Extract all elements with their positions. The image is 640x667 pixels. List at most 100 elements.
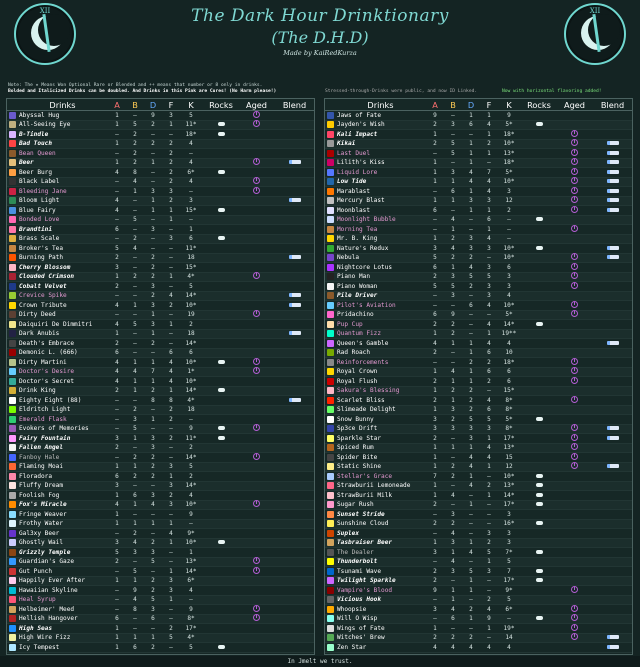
value-a: – bbox=[115, 453, 119, 461]
table-row: Queen's Gamble 4 1 1 4 4 bbox=[325, 339, 632, 349]
value-a: 2 bbox=[433, 434, 437, 442]
value-k: 5 bbox=[189, 643, 193, 651]
value-b: 2 bbox=[133, 130, 137, 138]
rocks-cell bbox=[520, 321, 558, 328]
value-f: – bbox=[487, 472, 491, 480]
value-d: 3 bbox=[151, 605, 155, 613]
value-f: 3 bbox=[169, 111, 173, 119]
value-b: 3 bbox=[451, 406, 455, 414]
table-row: Fanboy Hale – 2 2 – 14* bbox=[7, 452, 314, 463]
value-d: 1 bbox=[469, 577, 473, 585]
drink-name: Bad Touch bbox=[19, 140, 53, 148]
value-k: 14 bbox=[505, 634, 513, 642]
value-b: 3 bbox=[451, 539, 455, 547]
col-b: B bbox=[450, 99, 456, 110]
value-f: 4 bbox=[487, 605, 491, 613]
drink-icon-cell bbox=[7, 634, 17, 642]
drink-glass-icon bbox=[326, 406, 334, 414]
value-a: 2 bbox=[115, 387, 119, 395]
value-k: 15 bbox=[505, 453, 513, 461]
drink-icon-cell bbox=[325, 140, 335, 148]
value-d: – bbox=[469, 510, 473, 518]
drink-glass-icon bbox=[8, 339, 16, 347]
table-row: Brandtini 6 – 3 – 1 bbox=[7, 225, 314, 235]
rocks-cell bbox=[520, 482, 558, 489]
value-k: 5 bbox=[189, 282, 193, 290]
drink-icon-cell bbox=[325, 159, 335, 167]
value-f: – bbox=[487, 586, 491, 594]
value-b: 2 bbox=[451, 472, 455, 480]
value-k: 5 bbox=[189, 463, 193, 471]
value-d: 4 bbox=[469, 453, 473, 461]
value-k: 10* bbox=[503, 178, 515, 186]
rocks-cell bbox=[202, 169, 240, 176]
value-a: 2 bbox=[433, 121, 437, 129]
drink-glass-icon bbox=[326, 149, 334, 157]
drink-glass-icon bbox=[8, 444, 16, 452]
value-f: – bbox=[487, 510, 491, 518]
value-f: 3 bbox=[169, 187, 173, 195]
drink-icon-cell bbox=[325, 539, 335, 547]
value-k: – bbox=[507, 216, 511, 224]
drink-glass-icon bbox=[326, 444, 334, 452]
drink-icon-cell bbox=[7, 463, 17, 471]
drink-name: Dark Anubis bbox=[19, 330, 60, 338]
value-f: 2 bbox=[487, 358, 491, 366]
legend-note-green: Now with horizontal flavoring added! bbox=[502, 89, 602, 94]
drink-name: Cherry Blossom bbox=[19, 263, 71, 271]
value-k: 4* bbox=[187, 634, 195, 642]
drink-glass-icon bbox=[8, 624, 16, 632]
value-k: 4 bbox=[189, 159, 193, 167]
aged-cell bbox=[240, 110, 273, 120]
value-f: 4 bbox=[487, 301, 491, 309]
ice-cube-icon bbox=[535, 616, 543, 621]
table-row: Fallen Angel 2 – 3 – 2 bbox=[7, 443, 314, 453]
blender-icon bbox=[606, 255, 619, 260]
value-k: 14* bbox=[503, 491, 515, 499]
value-b: 8 bbox=[133, 605, 137, 613]
col-blend: Blend bbox=[600, 99, 625, 110]
value-k: 5 bbox=[507, 558, 511, 566]
table-row: Daiquiri De Dimmitri 4 5 3 1 2 bbox=[7, 320, 314, 330]
value-d: – bbox=[469, 130, 473, 138]
drink-icon-cell bbox=[7, 168, 17, 176]
value-b: 4 bbox=[133, 368, 137, 376]
ice-cube-icon bbox=[535, 502, 543, 507]
value-k: 14* bbox=[185, 387, 197, 395]
value-f: 4 bbox=[487, 643, 491, 651]
table-row: Morning Tea – 1 – 1 – bbox=[325, 224, 632, 235]
drink-name: Mercury Blast bbox=[337, 197, 385, 205]
value-f: 1 bbox=[169, 320, 173, 328]
aged-cell bbox=[558, 367, 591, 376]
value-f: 1 bbox=[169, 596, 173, 604]
blender-icon bbox=[606, 245, 619, 250]
drink-glass-icon bbox=[8, 425, 16, 433]
value-f: 4 bbox=[487, 235, 491, 243]
table-row: Abyssal Hug 1 – 9 3 5 bbox=[7, 110, 314, 121]
value-f: 1 bbox=[487, 624, 491, 632]
drink-icon-cell bbox=[7, 159, 17, 167]
aged-clock-icon bbox=[571, 376, 578, 384]
drink-name: Moonblast bbox=[337, 206, 371, 214]
value-f: 4 bbox=[487, 320, 491, 328]
aged-cell bbox=[558, 443, 591, 452]
drink-name: Static Shine bbox=[337, 463, 382, 471]
blend-cell bbox=[273, 302, 316, 309]
value-b: – bbox=[133, 558, 137, 566]
col-f: F bbox=[486, 99, 492, 110]
aged-clock-icon bbox=[571, 272, 578, 280]
value-b: 1 bbox=[451, 339, 455, 347]
value-d: 1 bbox=[151, 520, 155, 528]
drink-name: Gut Punch bbox=[19, 567, 53, 575]
drink-icon-cell bbox=[7, 263, 17, 271]
value-k: 15* bbox=[185, 263, 197, 271]
page-title: The Dark Hour Drinktionary bbox=[191, 6, 449, 26]
drink-glass-icon bbox=[326, 178, 334, 186]
drink-glass-icon bbox=[326, 387, 334, 395]
value-f: – bbox=[487, 254, 491, 262]
value-d: 3 bbox=[469, 197, 473, 205]
drink-glass-icon bbox=[8, 529, 16, 537]
drink-icon-cell bbox=[325, 292, 335, 300]
drink-glass-icon bbox=[326, 358, 334, 366]
drink-icon-cell bbox=[325, 463, 335, 471]
